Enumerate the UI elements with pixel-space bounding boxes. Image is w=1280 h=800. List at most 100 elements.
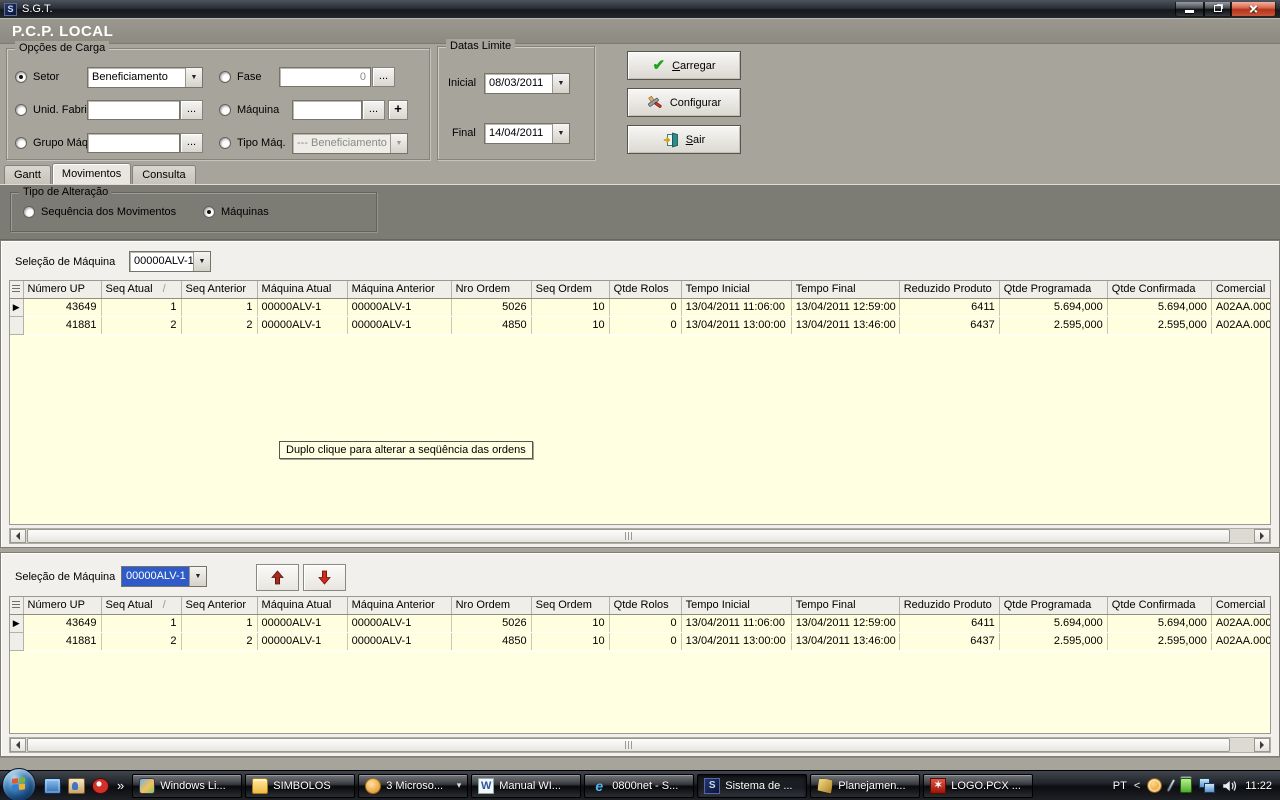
grid-cell[interactable]: 00000ALV-1 [257,614,347,632]
grid-row[interactable]: 418812200000ALV-100000ALV-1485010013/04/… [10,316,1271,334]
column-header[interactable]: Qtde Confirmada [1107,281,1211,298]
taskbar-button[interactable]: Manual WI... [471,774,581,798]
column-header[interactable]: Seq Atual/ [101,597,181,614]
grupo-maq-field[interactable] [87,133,180,153]
column-header[interactable]: Nro Ordem [451,281,531,298]
grid-cell[interactable]: 5026 [451,298,531,316]
grid-cell[interactable]: 00000ALV-1 [347,316,451,334]
unid-fabril-browse-button[interactable]: ... [180,100,203,120]
scrollbar-thumb[interactable] [27,738,1230,752]
grid-cell[interactable]: 5.694,000 [1107,614,1211,632]
fase-browse-button[interactable]: ... [372,67,395,87]
taskbar-button[interactable]: Planejamen... [810,774,920,798]
grid-row[interactable]: ▶436491100000ALV-100000ALV-1502610013/04… [10,298,1271,316]
grid-cell[interactable]: 5026 [451,614,531,632]
maquina-browse-button[interactable]: ... [362,100,385,120]
minimize-button[interactable] [1175,2,1204,17]
maquina-add-button[interactable]: + [388,100,408,120]
column-header[interactable]: Qtde Rolos [609,597,681,614]
scroll-left-button[interactable] [10,738,26,752]
battery-icon[interactable] [1180,778,1192,793]
grid-cell[interactable]: 5.694,000 [1107,298,1211,316]
column-header[interactable]: Tempo Final [791,281,899,298]
grid-row[interactable]: ▶436491100000ALV-100000ALV-1502610013/04… [10,614,1271,632]
column-header[interactable]: Qtde Rolos [609,281,681,298]
grid-cell[interactable]: A02AA.00000 [1211,298,1271,316]
horizontal-scrollbar[interactable] [9,528,1271,544]
tab-consulta[interactable]: Consulta [132,165,195,184]
pen-icon[interactable] [1166,778,1177,793]
grid-cell[interactable]: 00000ALV-1 [347,614,451,632]
scrollbar-thumb[interactable] [27,529,1230,543]
grid-cell[interactable]: 41881 [23,632,101,650]
unid-fabril-field[interactable] [87,100,180,120]
close-button[interactable] [1231,2,1276,17]
scrollbar-track[interactable] [26,738,1254,752]
grid-cell[interactable]: 1 [101,614,181,632]
chevron-down-icon[interactable]: ▼ [193,252,210,271]
row-selector[interactable] [10,632,23,650]
grid-corner-icon[interactable] [10,281,23,298]
carregar-button[interactable]: ✔ Carregar [627,51,741,80]
grid-cell[interactable]: 1 [101,298,181,316]
grid-cell[interactable]: 5.694,000 [999,614,1107,632]
column-header[interactable]: Seq Ordem [531,597,609,614]
column-header[interactable]: Tempo Final [791,597,899,614]
grid-cell[interactable]: 13/04/2011 12:59:00 [791,298,899,316]
home-key-icon[interactable] [68,778,85,794]
grid-cell[interactable]: 00000ALV-1 [347,298,451,316]
column-header[interactable]: Número UP [23,281,101,298]
scrollbar-track[interactable] [26,529,1254,543]
taskbar-button[interactable]: LOGO.PCX ... [923,774,1033,798]
sair-button[interactable]: Sair [627,125,741,154]
grid-cell[interactable]: 10 [531,316,609,334]
grid-cell[interactable]: 10 [531,632,609,650]
start-button[interactable] [2,768,36,800]
taskbar-button[interactable]: SIMBOLOS [245,774,355,798]
grid-cell[interactable]: 13/04/2011 13:46:00 [791,632,899,650]
configurar-button[interactable]: Configurar [627,88,741,117]
grid-cell[interactable]: 13/04/2011 12:59:00 [791,614,899,632]
grid-cell[interactable]: 2.595,000 [999,316,1107,334]
grid-corner-icon[interactable] [10,597,23,614]
grid-cell[interactable]: 2 [101,316,181,334]
language-indicator[interactable]: PT [1113,780,1127,792]
chevron-down-icon[interactable]: ▼ [185,68,202,87]
radio-setor[interactable] [15,71,27,83]
grid-cell[interactable]: 0 [609,632,681,650]
scroll-right-button[interactable] [1254,738,1270,752]
clock-time[interactable]: 11:22 [1245,780,1272,792]
horizontal-scrollbar[interactable] [9,737,1271,753]
grid-cell[interactable]: 10 [531,298,609,316]
setor-combo[interactable]: Beneficiamento ▼ [87,67,203,88]
column-header[interactable]: Máquina Anterior [347,281,451,298]
grid-cell[interactable]: 13/04/2011 11:06:00 [681,614,791,632]
grid-cell[interactable]: A02AA.00000 [1211,614,1271,632]
column-header[interactable]: Reduzido Produto [899,597,999,614]
red-app-icon[interactable] [92,778,109,794]
column-header[interactable]: Tempo Inicial [681,281,791,298]
column-header[interactable]: Reduzido Produto [899,281,999,298]
column-header[interactable]: Seq Anterior [181,281,257,298]
grid-cell[interactable]: 4850 [451,632,531,650]
column-header[interactable]: Qtde Confirmada [1107,597,1211,614]
taskbar-button[interactable]: 0800net - S... [584,774,694,798]
radio-tipo-maq[interactable] [219,137,231,149]
grid-cell[interactable]: 6411 [899,614,999,632]
radio-maquina[interactable] [219,104,231,116]
grid-cell[interactable]: A02AA.00000 [1211,632,1271,650]
row-selector[interactable]: ▶ [10,614,23,632]
radio-fase[interactable] [219,71,231,83]
column-header[interactable]: Tempo Inicial [681,597,791,614]
grid-cell[interactable]: 2.595,000 [1107,316,1211,334]
clock-icon[interactable] [1147,778,1162,793]
radio-unid-fabril[interactable] [15,104,27,116]
grid-cell[interactable]: 00000ALV-1 [257,632,347,650]
grid-cell[interactable]: 43649 [23,298,101,316]
column-header[interactable]: Máquina Anterior [347,597,451,614]
volume-icon[interactable] [1222,779,1238,793]
radio-sequencia-movimentos[interactable] [23,206,35,218]
grid-cell[interactable]: 10 [531,614,609,632]
show-desktop-icon[interactable] [44,778,61,794]
grupo-maq-browse-button[interactable]: ... [180,133,203,153]
